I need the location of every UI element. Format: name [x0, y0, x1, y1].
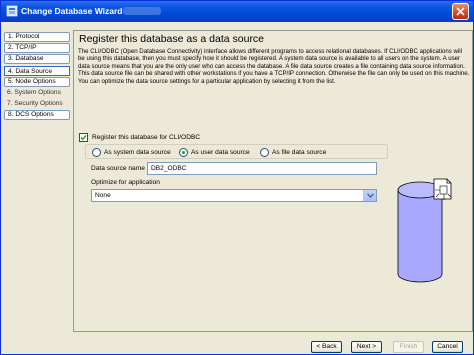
- finish-button: Finish: [393, 341, 424, 353]
- wizard-nav: 1. Protocol 2. TCP/IP 3. Database 4. Dat…: [4, 32, 70, 122]
- nav-item-label: 2. TCP/IP: [8, 44, 37, 52]
- nav-item-label: 7. Security Options: [7, 100, 63, 108]
- radio-button[interactable]: [92, 148, 101, 157]
- document-icon: [433, 178, 452, 200]
- title-redacted: [123, 7, 161, 15]
- button-bar: < Back Next > Finish Cancel: [1, 334, 473, 355]
- nav-item-node-options[interactable]: 5. Node Options: [4, 76, 70, 87]
- nav-item-dcs-options[interactable]: 8. DCS Options: [4, 110, 70, 121]
- radio-system-data-source[interactable]: As system data source: [92, 148, 171, 157]
- optimize-selected-value: None: [95, 192, 111, 199]
- radio-file-data-source[interactable]: As file data source: [260, 148, 326, 157]
- nav-item-protocol[interactable]: 1. Protocol: [4, 32, 70, 42]
- checkmark-icon: [80, 135, 87, 141]
- nav-item-label: 5. Node Options: [8, 77, 56, 85]
- window-title: Change Database Wizard: [21, 6, 123, 16]
- next-button[interactable]: Next >: [351, 341, 382, 353]
- app-icon: [6, 5, 18, 17]
- nav-item-label: 6. System Options: [7, 88, 61, 96]
- radio-button[interactable]: [179, 148, 188, 157]
- nav-item-label: 8. DCS Options: [8, 111, 54, 119]
- nav-item-system-options: 6. System Options: [4, 88, 70, 98]
- data-source-name-input[interactable]: DB2_ODBC: [147, 162, 377, 175]
- nav-item-security-options: 7. Security Options: [4, 99, 70, 109]
- nav-item-label: 4. Data Source: [8, 67, 52, 75]
- radio-label: As user data source: [191, 149, 250, 156]
- nav-item-label: 1. Protocol: [8, 33, 40, 40]
- close-button[interactable]: [452, 3, 469, 20]
- cancel-button[interactable]: Cancel: [432, 341, 463, 353]
- nav-item-data-source[interactable]: 4. Data Source: [4, 65, 70, 76]
- optimize-select[interactable]: None: [91, 189, 377, 202]
- page-title: Register this database as a data source: [79, 33, 265, 45]
- wizard-window: Change Database Wizard 1. Protocol 2. TC…: [0, 0, 474, 355]
- radio-label: As system data source: [104, 149, 171, 156]
- database-icon: [397, 178, 452, 283]
- register-checkbox-row[interactable]: Register this database for CLI/ODBC: [79, 133, 200, 142]
- chevron-down-icon: [367, 193, 374, 198]
- title-bar[interactable]: Change Database Wizard: [1, 1, 473, 22]
- nav-item-tcpip[interactable]: 2. TCP/IP: [4, 43, 70, 54]
- main-panel: Register this database as a data source …: [73, 30, 473, 332]
- radio-label: As file data source: [272, 149, 327, 156]
- nav-item-label: 3. Database: [8, 55, 44, 63]
- back-button[interactable]: < Back: [311, 341, 342, 353]
- register-checkbox[interactable]: [79, 133, 88, 142]
- register-checkbox-label: Register this database for CLI/ODBC: [92, 134, 201, 141]
- dropdown-button[interactable]: [363, 190, 376, 201]
- optimize-label: Optimize for application: [91, 179, 160, 186]
- data-source-name-label: Data source name: [91, 165, 145, 172]
- radio-button[interactable]: [260, 148, 269, 157]
- nav-item-database[interactable]: 3. Database: [4, 54, 70, 65]
- close-icon: [456, 7, 465, 16]
- radio-user-data-source[interactable]: As user data source: [179, 148, 250, 157]
- description-text: The CLI/ODBC (Open Database Connectivity…: [78, 48, 470, 85]
